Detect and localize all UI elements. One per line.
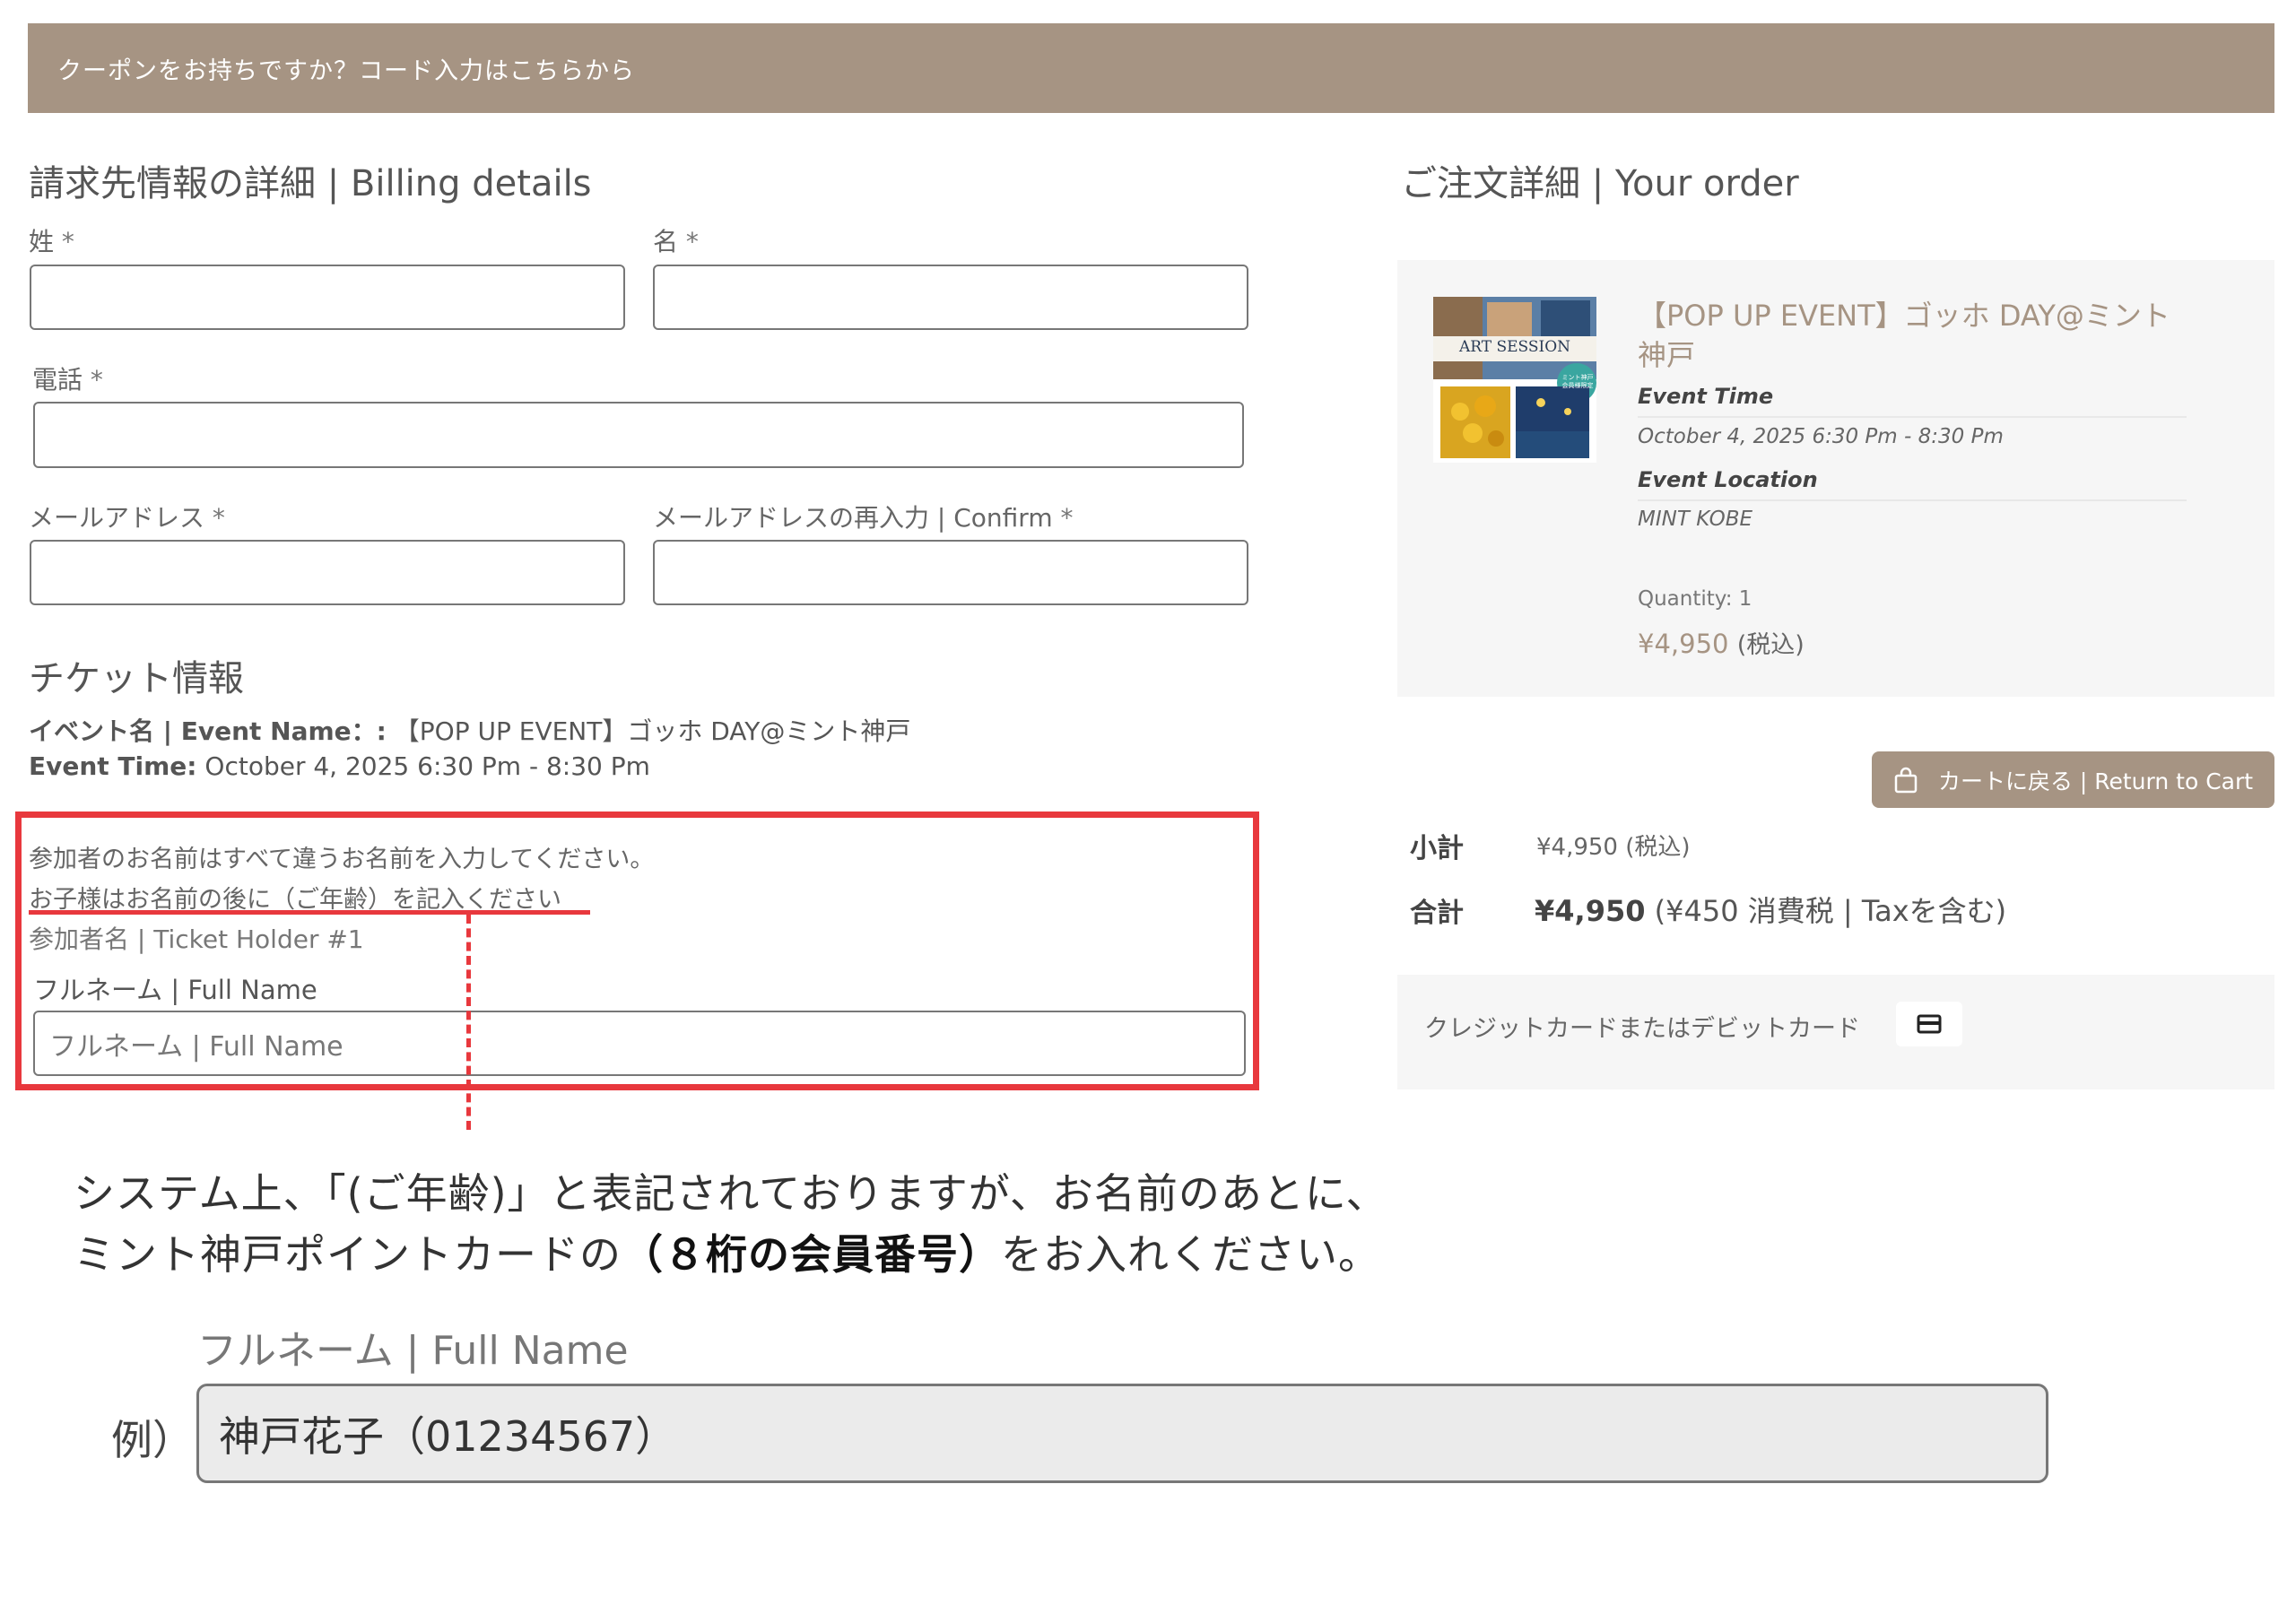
example-value: 神戸花子（01234567）: [219, 1411, 677, 1461]
example-prefix: 例）: [111, 1416, 194, 1464]
ticket-info-title: チケット情報: [29, 658, 244, 699]
subtotal-value: ¥4,950 (税込): [1536, 834, 1691, 861]
ticket-event-time: Event Time: October 4, 2025 6:30 Pm - 8:…: [29, 751, 650, 781]
total-value: ¥4,950 (¥450 消費税 | Taxを含む): [1535, 894, 2007, 928]
email-input[interactable]: [30, 540, 625, 605]
product-title[interactable]: 【POP UP EVENT】ゴッホ DAY@ミント神戸: [1638, 296, 2185, 375]
credit-card-icon: [1896, 1002, 1962, 1046]
notice-underline: [29, 910, 590, 915]
billing-title: 請求先情報の詳細 | Billing details: [29, 163, 592, 204]
first-name-label: 名 *: [653, 227, 699, 256]
meta-separator: [1638, 499, 2187, 501]
event-location-label: Event Location: [1638, 467, 1818, 492]
payment-method-label[interactable]: クレジットカードまたはデビットカード: [1424, 1009, 1860, 1044]
event-time-label: Event Time: [1638, 384, 1774, 409]
example-field-label: フルネーム | Full Name: [197, 1328, 629, 1374]
last-name-label: 姓 *: [29, 227, 74, 256]
thumbnail-title: ART SESSION: [1458, 338, 1571, 356]
full-name-label: フルネーム | Full Name: [33, 975, 317, 1005]
full-name-input[interactable]: フルネーム | Full Name: [33, 1011, 1246, 1076]
email-confirm-label: メールアドレスの再入力 | Confirm *: [653, 503, 1074, 533]
coupon-bar-text[interactable]: クーポンをお持ちですか？コード入力はこちらから: [28, 51, 635, 86]
return-to-cart-label: カートに戻る | Return to Cart: [1937, 768, 2254, 794]
shopping-bag-icon: [1894, 767, 1918, 793]
note-line-1: システム上、「(ご年齢)」と表記されておりますが、お名前のあとに、: [74, 1169, 1388, 1218]
email-confirm-input[interactable]: [653, 540, 1248, 605]
note-line-2: ミント神戸ポイントカードの（８桁の会員番号）をお入れください。: [74, 1230, 1380, 1279]
last-name-input[interactable]: [30, 265, 625, 330]
meta-separator: [1638, 416, 2187, 418]
coupon-bar[interactable]: クーポンをお持ちですか？コード入力はこちらから: [28, 23, 2274, 113]
phone-label: 電話 *: [32, 365, 103, 395]
event-time-value: October 4, 2025 6:30 Pm - 8:30 Pm: [1638, 425, 2004, 448]
quantity: Quantity: 1: [1638, 587, 1752, 611]
event-thumbnail[interactable]: ART SESSION ミント神戸 会員様限定: [1433, 297, 1596, 463]
thumbnail-badge: ミント神戸 会員様限定: [1561, 374, 1594, 389]
email-label: メールアドレス *: [29, 503, 225, 533]
example-input: 神戸花子（01234567）: [196, 1384, 2048, 1483]
subtotal-label: 小計: [1410, 833, 1464, 864]
phone-input[interactable]: [33, 402, 1244, 468]
dashed-connector: [466, 915, 471, 1130]
order-title: ご注文詳細 | Your order: [1401, 163, 1799, 204]
return-to-cart-button[interactable]: カートに戻る | Return to Cart: [1872, 751, 2274, 808]
total-label: 合計: [1410, 898, 1464, 929]
full-name-placeholder: フルネーム | Full Name: [49, 1030, 344, 1063]
first-name-input[interactable]: [653, 265, 1248, 330]
ticket-holder-label: 参加者名 | Ticket Holder #1: [29, 924, 364, 954]
ticket-event-name: イベント名 | Event Name：: 【POP UP EVENT】ゴッホ D…: [29, 716, 911, 746]
item-price: ¥4,950 (税込): [1638, 629, 1805, 659]
event-location-value: MINT KOBE: [1638, 508, 1753, 531]
notice-line-1: 参加者のお名前はすべて違うお名前を入力してください。: [29, 846, 655, 873]
